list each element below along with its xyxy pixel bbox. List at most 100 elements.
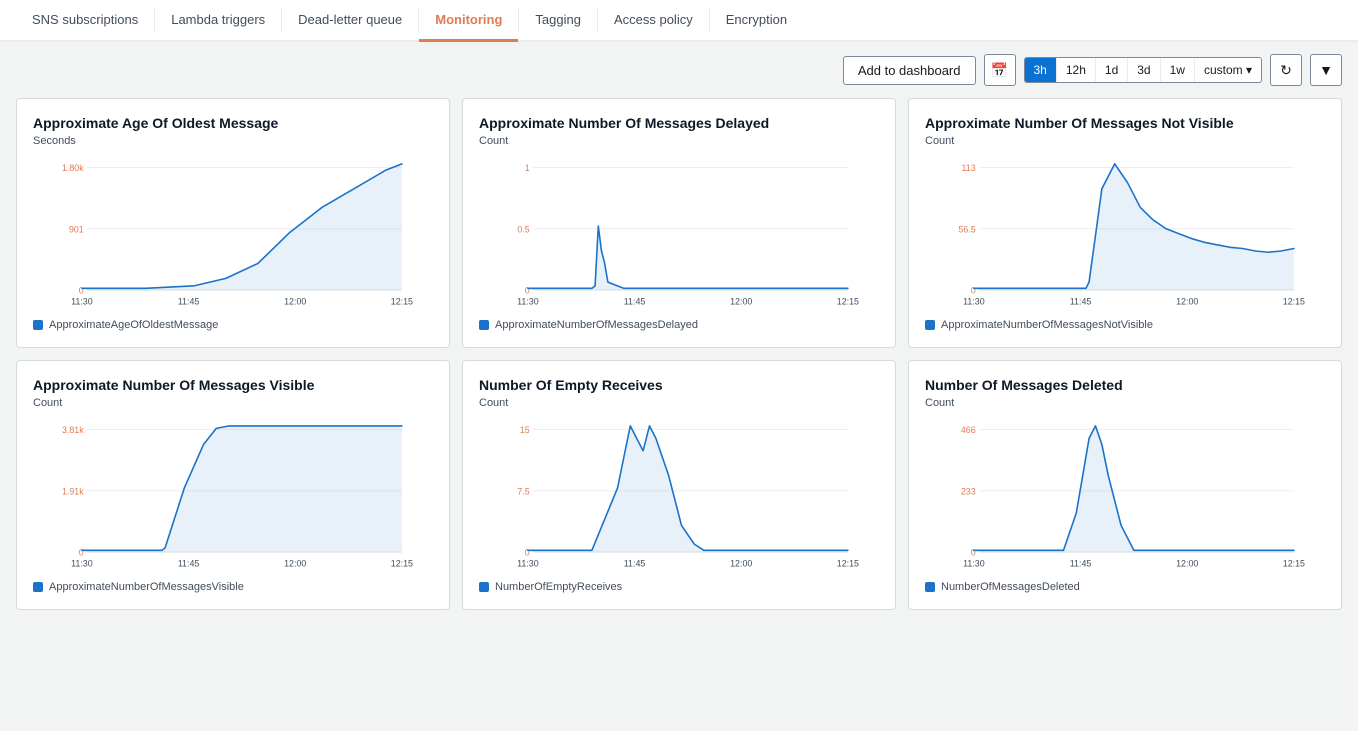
svg-text:11:30: 11:30 [517,296,539,306]
svg-text:7.5: 7.5 [517,486,529,496]
svg-text:11:30: 11:30 [517,558,539,568]
chart-title: Approximate Number Of Messages Not Visib… [925,115,1325,131]
charts-grid: Approximate Age Of Oldest Message Second… [0,98,1358,626]
svg-text:466: 466 [961,425,976,435]
svg-text:11:45: 11:45 [178,296,200,306]
svg-text:12:00: 12:00 [730,296,752,306]
chart-card-chart-messages-visible: Approximate Number Of Messages Visible C… [16,360,450,610]
legend-label: ApproximateNumberOfMessagesNotVisible [941,319,1153,331]
svg-text:11:45: 11:45 [624,296,646,306]
svg-text:12:15: 12:15 [837,558,859,568]
chart-area: 11356.50 11:3011:4512:0012:15 [925,155,1325,315]
chart-svg: 11356.50 11:3011:4512:0012:15 [925,155,1325,315]
legend-label: NumberOfMessagesDeleted [941,581,1080,593]
svg-text:11:30: 11:30 [963,296,985,306]
settings-dropdown-button[interactable]: ▼ [1310,54,1342,86]
legend-color [33,582,43,592]
chart-card-chart-empty-receives: Number Of Empty Receives Count 15 7.5 0 11… [462,360,896,610]
svg-text:1: 1 [525,163,530,173]
chart-title: Approximate Number Of Messages Visible [33,377,433,393]
svg-text:0: 0 [79,548,84,558]
svg-text:12:00: 12:00 [1176,296,1198,306]
refresh-button[interactable]: ↻ [1270,54,1302,86]
chart-card-chart-messages-delayed: Approximate Number Of Messages Delayed C… [462,98,896,348]
time-controls: 3h12h1d3d1wcustom ▾ [1024,57,1263,83]
chart-svg: 15 7.5 0 11:30 11:45 12:00 12:15 [479,417,879,577]
svg-text:0: 0 [525,286,530,296]
svg-text:1.91k: 1.91k [62,486,84,496]
svg-text:12:00: 12:00 [284,296,306,306]
chart-legend: ApproximateNumberOfMessagesNotVisible [925,319,1325,331]
chart-card-chart-messages-deleted: Number Of Messages Deleted Count 466 233 0… [908,360,1342,610]
svg-text:0: 0 [525,548,530,558]
tab-lambda-triggers[interactable]: Lambda triggers [155,0,281,42]
time-btn-1w[interactable]: 1w [1160,58,1194,82]
svg-text:1.80k: 1.80k [62,163,84,173]
svg-text:3.81k: 3.81k [62,425,84,435]
chart-area: 3.81k 1.91k 0 11:30 11:45 12:00 12:15 [33,417,433,577]
svg-text:113: 113 [962,163,976,173]
svg-text:11:45: 11:45 [624,558,646,568]
svg-text:15: 15 [520,425,530,435]
tab-tagging[interactable]: Tagging [519,0,597,42]
calendar-icon[interactable]: 📅 [984,54,1016,86]
svg-text:0.5: 0.5 [517,224,529,234]
svg-text:11:30: 11:30 [71,558,93,568]
svg-text:56.5: 56.5 [958,224,975,234]
chart-legend: NumberOfEmptyReceives [479,581,879,593]
svg-text:12:00: 12:00 [730,558,752,568]
toolbar: Add to dashboard 📅 3h12h1d3d1wcustom ▾ ↻… [0,42,1358,98]
time-btn-12h[interactable]: 12h [1056,58,1095,82]
chart-svg: 3.81k 1.91k 0 11:30 11:45 12:00 12:15 [33,417,433,577]
svg-text:11:30: 11:30 [71,296,93,306]
tab-dead-letter-queue[interactable]: Dead-letter queue [282,0,418,42]
chart-svg: 466 233 0 11:30 11:45 12:00 12:15 [925,417,1325,577]
chart-title: Number Of Messages Deleted [925,377,1325,393]
legend-label: ApproximateAgeOfOldestMessage [49,319,218,331]
time-btn-3d[interactable]: 3d [1127,58,1159,82]
legend-color [479,582,489,592]
add-to-dashboard-button[interactable]: Add to dashboard [843,56,976,85]
tab-encryption[interactable]: Encryption [710,0,803,42]
chart-unit: Count [479,397,879,409]
chart-unit: Count [925,397,1325,409]
chart-card-chart-age-oldest: Approximate Age Of Oldest Message Second… [16,98,450,348]
tabs-bar: SNS subscriptionsLambda triggersDead-let… [0,0,1358,42]
chart-title: Approximate Age Of Oldest Message [33,115,433,131]
time-btn-custom--[interactable]: custom ▾ [1194,58,1261,82]
svg-text:11:45: 11:45 [178,558,200,568]
chart-unit: Count [479,135,879,147]
svg-text:12:00: 12:00 [284,558,306,568]
time-btn-1d[interactable]: 1d [1095,58,1127,82]
svg-text:12:15: 12:15 [837,296,859,306]
svg-text:901: 901 [69,224,84,234]
svg-text:233: 233 [961,486,976,496]
time-btn-3h[interactable]: 3h [1025,58,1056,82]
svg-text:12:15: 12:15 [1283,296,1305,306]
chart-card-chart-messages-not-visible: Approximate Number Of Messages Not Visib… [908,98,1342,348]
tab-access-policy[interactable]: Access policy [598,0,709,42]
chart-legend: NumberOfMessagesDeleted [925,581,1325,593]
svg-text:12:15: 12:15 [1283,558,1305,568]
chart-unit: Count [925,135,1325,147]
legend-color [479,320,489,330]
svg-text:0: 0 [971,548,976,558]
chart-area: 1 0.5 0 11:30 11:45 12:00 12:15 [479,155,879,315]
legend-label: ApproximateNumberOfMessagesDelayed [495,319,698,331]
svg-text:0: 0 [79,286,84,296]
chart-svg: 1 0.5 0 11:30 11:45 12:00 12:15 [479,155,879,315]
chart-area: 466 233 0 11:30 11:45 12:00 12:15 [925,417,1325,577]
chart-area: 15 7.5 0 11:30 11:45 12:00 12:15 [479,417,879,577]
chart-area: 1.80k9010 11:3011:4512:0012:15 [33,155,433,315]
tab-sns-subscriptions[interactable]: SNS subscriptions [16,0,154,42]
tab-monitoring[interactable]: Monitoring [419,0,518,42]
legend-color [925,320,935,330]
chart-title: Approximate Number Of Messages Delayed [479,115,879,131]
chart-title: Number Of Empty Receives [479,377,879,393]
svg-text:12:15: 12:15 [391,558,413,568]
legend-color [925,582,935,592]
chart-legend: ApproximateNumberOfMessagesDelayed [479,319,879,331]
svg-text:11:45: 11:45 [1070,558,1092,568]
svg-text:11:30: 11:30 [963,558,985,568]
svg-text:12:00: 12:00 [1176,558,1198,568]
